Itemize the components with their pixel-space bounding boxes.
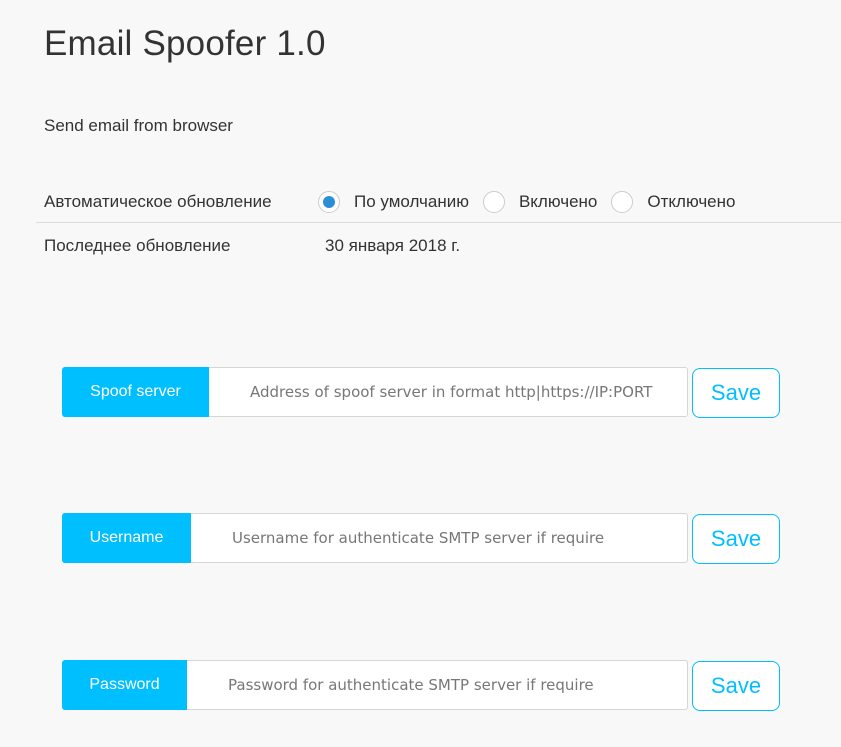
radio-enabled-label: Включено — [518, 192, 598, 211]
spoof-server-save-button[interactable]: Save — [692, 368, 780, 418]
spoof-server-field: Spoof server — [62, 367, 688, 417]
radio-option-disabled[interactable]: Отключено — [611, 191, 735, 213]
radio-enabled[interactable] — [482, 191, 505, 213]
radio-option-default[interactable]: По умолчанию — [318, 191, 469, 213]
password-input[interactable] — [187, 660, 688, 710]
spoof-server-input[interactable] — [209, 367, 688, 417]
username-save-button[interactable]: Save — [692, 514, 780, 564]
radio-default[interactable] — [318, 191, 340, 213]
last-update-row: Последнее обновление 30 января 2018 г. — [44, 236, 460, 256]
radio-disabled-label: Отключено — [647, 192, 736, 211]
settings-page: Email Spoofer 1.0 Send email from browse… — [0, 0, 841, 747]
radio-option-enabled[interactable]: Включено — [482, 191, 598, 213]
username-label: Username — [62, 513, 191, 563]
page-subtitle: Send email from browser — [44, 116, 233, 135]
password-field: Password — [62, 660, 688, 710]
page-title: Email Spoofer 1.0 — [44, 24, 326, 63]
last-update-value: 30 января 2018 г. — [325, 236, 461, 255]
password-label: Password — [62, 660, 187, 710]
radio-default-label: По умолчанию — [354, 192, 469, 211]
divider — [36, 222, 841, 223]
spoof-server-label: Spoof server — [62, 367, 209, 417]
username-field: Username — [62, 513, 688, 563]
password-save-button[interactable]: Save — [692, 661, 780, 711]
auto-update-label: Автоматическое обновление — [44, 192, 272, 211]
auto-update-row: Автоматическое обновление По умолчанию В… — [44, 189, 749, 215]
last-update-label: Последнее обновление — [44, 236, 231, 255]
radio-disabled[interactable] — [611, 191, 634, 213]
username-input[interactable] — [191, 513, 688, 563]
